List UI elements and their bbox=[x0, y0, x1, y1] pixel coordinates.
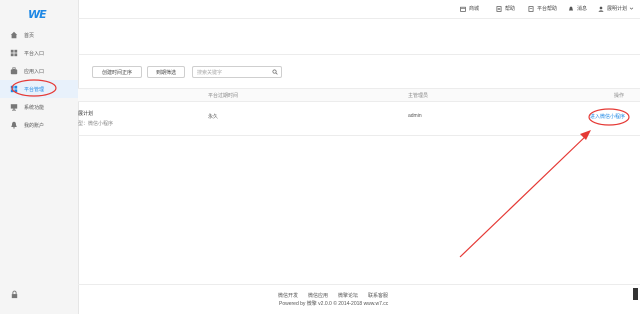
store-icon bbox=[460, 6, 466, 12]
user-menu[interactable]: 展明计划 bbox=[598, 5, 634, 12]
book-icon bbox=[528, 5, 534, 12]
site-help-link[interactable]: 平台帮助 bbox=[528, 5, 557, 12]
bell-icon bbox=[568, 6, 574, 10]
column-header-actions: 操作 bbox=[614, 93, 625, 99]
sidebar: WE 首页 平台入口 应用入口 平台管理 系统功能 我的账户 bbox=[0, 0, 79, 314]
user-icon bbox=[598, 6, 604, 12]
help-link[interactable]: 帮助 bbox=[496, 5, 515, 12]
footer-copyright: Powered by 微擎 v2.0.0 © 2014-2018 www.w7.… bbox=[279, 301, 389, 307]
footer-link[interactable]: 联系客服 bbox=[368, 292, 388, 299]
footer-links: 微信开发 微信应用 微擎论坛 联系客服 bbox=[278, 292, 388, 299]
lock-icon[interactable] bbox=[10, 290, 19, 299]
apps-icon bbox=[10, 85, 18, 93]
expiry-filter-button[interactable]: 到期筛选 bbox=[147, 66, 185, 78]
table-header: 平台过期时间 主管理员 操作 bbox=[78, 88, 640, 102]
annotation-overlay bbox=[11, 79, 630, 258]
monitor-icon bbox=[10, 104, 18, 111]
sidebar-item-account[interactable]: 我的账户 bbox=[0, 116, 78, 134]
sidebar-item-label: 平台入口 bbox=[24, 50, 45, 57]
messages-link[interactable]: 消息 bbox=[568, 5, 587, 12]
sort-select[interactable]: 创建时间正序 bbox=[92, 66, 142, 78]
sidebar-item-label: 平台管理 bbox=[24, 86, 45, 93]
sidebar-item-home[interactable]: 首页 bbox=[0, 26, 78, 44]
sidebar-item-label: 应用入口 bbox=[24, 68, 45, 75]
help-icon bbox=[496, 5, 502, 12]
enter-miniprogram-link[interactable]: 进入微信小程序 bbox=[590, 113, 625, 120]
annotation-arrow-line bbox=[459, 133, 589, 258]
expiry-value: 永久 bbox=[208, 114, 219, 120]
store-link[interactable]: 商城 bbox=[460, 5, 479, 12]
sidebar-item-label: 我的账户 bbox=[24, 122, 45, 129]
manager-value: admin bbox=[408, 113, 422, 119]
footer-link[interactable]: 微擎论坛 bbox=[338, 292, 358, 299]
account-name: 展计划 bbox=[78, 111, 94, 117]
sidebar-item-system[interactable]: 系统功能 bbox=[0, 98, 78, 116]
search-icon[interactable] bbox=[272, 69, 278, 75]
footer-link[interactable]: 微信开发 bbox=[278, 292, 298, 299]
sidebar-item-app-entry[interactable]: 应用入口 bbox=[0, 62, 78, 80]
sidebar-item-platform-entry[interactable]: 平台入口 bbox=[0, 44, 78, 62]
sidebar-item-label: 首页 bbox=[24, 32, 35, 39]
column-header-expiry: 平台过期时间 bbox=[208, 93, 239, 99]
column-header-manager: 主管理员 bbox=[408, 93, 429, 99]
logo[interactable]: WE bbox=[28, 8, 47, 21]
grid-icon bbox=[10, 49, 18, 57]
chevron-down-icon bbox=[629, 7, 634, 10]
home-icon bbox=[10, 31, 18, 39]
briefcase-icon bbox=[10, 67, 18, 75]
bell-icon bbox=[11, 121, 17, 129]
sidebar-item-label: 系统功能 bbox=[24, 104, 45, 111]
footer-link[interactable]: 微信应用 bbox=[308, 292, 328, 299]
account-type: 型：微信小程序 bbox=[78, 121, 114, 127]
table-row: 展计划 型：微信小程序 永久 admin bbox=[78, 101, 640, 136]
footer-divider bbox=[78, 284, 640, 285]
scrollbar-thumb[interactable] bbox=[633, 288, 638, 300]
header-divider bbox=[78, 54, 640, 55]
top-bar: 商城 帮助 平台帮助 消息 展明计划 bbox=[78, 0, 640, 19]
search-input[interactable]: 搜索关键字 bbox=[192, 66, 282, 78]
sidebar-item-platform-manage[interactable]: 平台管理 bbox=[0, 80, 78, 98]
search-placeholder: 搜索关键字 bbox=[197, 70, 223, 76]
